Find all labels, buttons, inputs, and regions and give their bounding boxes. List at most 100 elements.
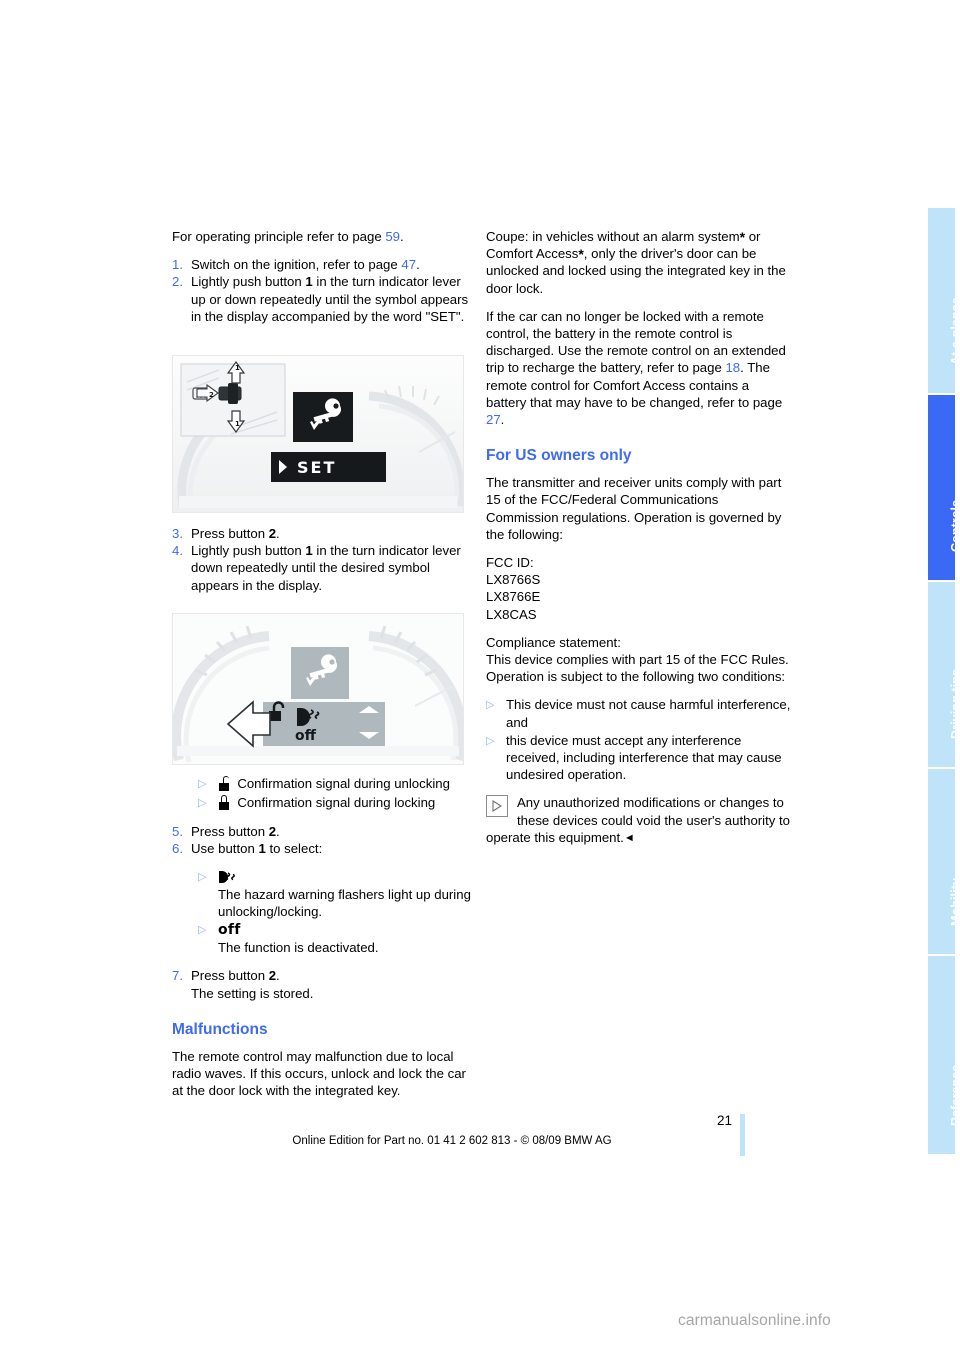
text-run: Press button	[191, 824, 269, 839]
footer-accent-rule	[740, 1114, 745, 1156]
text-run: Lightly push button	[191, 274, 306, 290]
text-run: 1	[305, 543, 313, 559]
fcc-id-value: LX8766E	[486, 589, 541, 605]
tab-at-a-glance[interactable]: At a glance	[928, 208, 960, 393]
select-option-list: ▷ The hazard warning flashers light up du…	[172, 868, 477, 956]
select-option-item: ▷ The hazard warning flashers light up du…	[198, 868, 477, 920]
confirmation-signal-item: ▷ Confirmation signal during locking	[198, 794, 477, 812]
fcc-id-list: LX8766S LX8766E LX8CAS	[486, 571, 791, 623]
text-run: to select:	[265, 841, 323, 857]
text-run: 2	[268, 526, 277, 541]
tab-label: Mobility	[948, 877, 960, 926]
numbered-step: 6. Use button 1 to select:	[172, 840, 477, 857]
page-reference[interactable]: 27	[486, 412, 501, 427]
left-text-column-2: 3. Press button 2. 4. Lightly push button 1…	[172, 525, 477, 605]
fcc-condition-item: ▷ This device must not cause harmful inte…	[486, 696, 791, 730]
figure-2-off-label: off	[295, 728, 317, 744]
fcc-id-value: LX8CAS	[486, 606, 537, 622]
fcc-conditions-list: ▷ This device must not cause harmful inte…	[486, 696, 791, 783]
option-description: The function is deactivated.	[218, 940, 379, 956]
note-end-marker: ◄	[623, 831, 635, 844]
hazard-flasher-icon	[218, 870, 238, 884]
note-triangle-icon	[486, 795, 508, 818]
step-number: 4.	[172, 543, 183, 559]
tab-reference[interactable]: Reference	[928, 956, 960, 1154]
numbered-step: 1. Switch on the ignition, refer to page …	[172, 256, 477, 273]
condition-text: This device must not cause harmful inter…	[506, 697, 791, 730]
bullet-triangle-icon: ▷	[198, 778, 207, 790]
step-subtext: The setting is stored.	[191, 985, 314, 1001]
bullet-triangle-icon: ▷	[198, 797, 207, 809]
signal-text: Confirmation signal during locking	[218, 794, 477, 812]
step-number: 5.	[172, 824, 183, 839]
left-text-column-3: ▷ Confirmation signal during unlocking ▷ …	[172, 775, 477, 1110]
text-run: 2	[268, 824, 277, 839]
text-run: Use button	[191, 841, 259, 857]
step-text: Press button 2.	[191, 525, 477, 542]
figure-turn-indicator-lever: 1 1 2 SET	[172, 355, 464, 513]
step-text: Press button 2.	[191, 823, 477, 840]
malfunctions-body: The remote control may malfunction due t…	[172, 1048, 466, 1099]
page-reference[interactable]: 47	[401, 257, 416, 272]
step-number: 6.	[172, 841, 183, 857]
tab-label: Driving tips	[948, 669, 960, 739]
tab-mobility[interactable]: Mobility	[928, 769, 960, 954]
text-run: .	[276, 824, 280, 839]
step-text: Switch on the ignition, refer to page 47…	[191, 256, 477, 273]
fcc-condition-item: ▷ this device must accept any interferenc…	[486, 732, 791, 784]
step-list-2: 3. Press button 2. 4. Lightly push button 1…	[172, 525, 477, 594]
step-number: 3.	[172, 526, 183, 541]
figure-instrument-cluster-setting: off	[172, 613, 464, 765]
figure-1-callout-1-up: 1	[235, 364, 240, 372]
footer-edition-text: Online Edition for Part no. 01 41 2 602 …	[292, 1135, 612, 1147]
numbered-step: 5. Press button 2.	[172, 823, 477, 840]
text-run: .	[276, 968, 280, 984]
figure-1-set-label: SET	[297, 458, 336, 477]
text-run: Lightly push button	[191, 543, 306, 559]
text-run: Press button	[191, 526, 269, 541]
confirmation-signal-list: ▷ Confirmation signal during unlocking ▷ …	[172, 775, 477, 812]
note-text: Any unauthorized modifications or change…	[486, 795, 791, 845]
step-text: Lightly push button 1 in the turn indica…	[191, 542, 477, 594]
tab-label: At a glance	[948, 297, 960, 365]
figure-1-callout-1-down: 1	[235, 420, 240, 428]
text-run: Press button	[191, 968, 269, 984]
section-tab-rail: At a glance Controls Driving tips Mobility R…	[918, 0, 960, 1358]
text-run: Switch on the ignition, refer to page	[191, 257, 402, 273]
right-text-column: Coupe: in vehicles without an alarm syst…	[486, 228, 791, 858]
text-run: 1	[258, 841, 266, 857]
tab-driving-tips[interactable]: Driving tips	[928, 582, 960, 767]
step-number: 7.	[172, 968, 183, 984]
numbered-step: 3. Press button 2.	[172, 525, 477, 542]
padlock-open-icon	[218, 776, 230, 791]
tab-controls[interactable]: Controls	[928, 395, 960, 580]
numbered-step: 2. Lightly push button 1 in the turn indi…	[172, 273, 477, 325]
page-reference-59[interactable]: 59	[385, 229, 400, 244]
page-reference[interactable]: 18	[725, 360, 740, 375]
compliance-body: This device complies with part 15 of the…	[486, 652, 789, 685]
condition-text: this device must accept any interference…	[506, 732, 782, 783]
figure-1-illustration: 1 1 2 SET	[173, 356, 463, 512]
intro-prefix: For operating principle refer to page	[172, 229, 386, 244]
numbered-step: 7. Press button 2. The setting is stored.	[172, 967, 477, 1001]
confirmation-signal-item: ▷ Confirmation signal during unlocking	[198, 775, 477, 793]
text-run: .	[500, 412, 505, 428]
tab-label: Reference	[948, 1064, 960, 1126]
fcc-id-label: FCC ID:	[486, 555, 534, 571]
bullet-triangle-icon: ▷	[198, 924, 207, 937]
compliance-label: Compliance statement:	[486, 634, 621, 650]
bullet-triangle-icon: ▷	[486, 734, 495, 747]
step-number: 2.	[172, 274, 183, 290]
us-owners-heading: For US owners only	[486, 447, 632, 465]
text-run: .	[276, 526, 280, 541]
fcc-id-value: LX8766S	[486, 572, 541, 588]
step-text: Press button 2. The setting is stored.	[191, 967, 477, 1001]
unauthorized-modifications-note: Any unauthorized modifications or change…	[486, 794, 791, 847]
bullet-triangle-icon: ▷	[198, 871, 207, 884]
option-body: The hazard warning flashers light up dur…	[218, 868, 477, 920]
left-text-column: For operating principle refer to page 59…	[172, 228, 477, 336]
malfunctions-heading: Malfunctions	[172, 1020, 268, 1038]
figure-2-illustration: off	[173, 614, 463, 764]
figure-1-callout-2: 2	[209, 391, 214, 399]
step-text: Lightly push button 1 in the turn indica…	[191, 273, 477, 325]
